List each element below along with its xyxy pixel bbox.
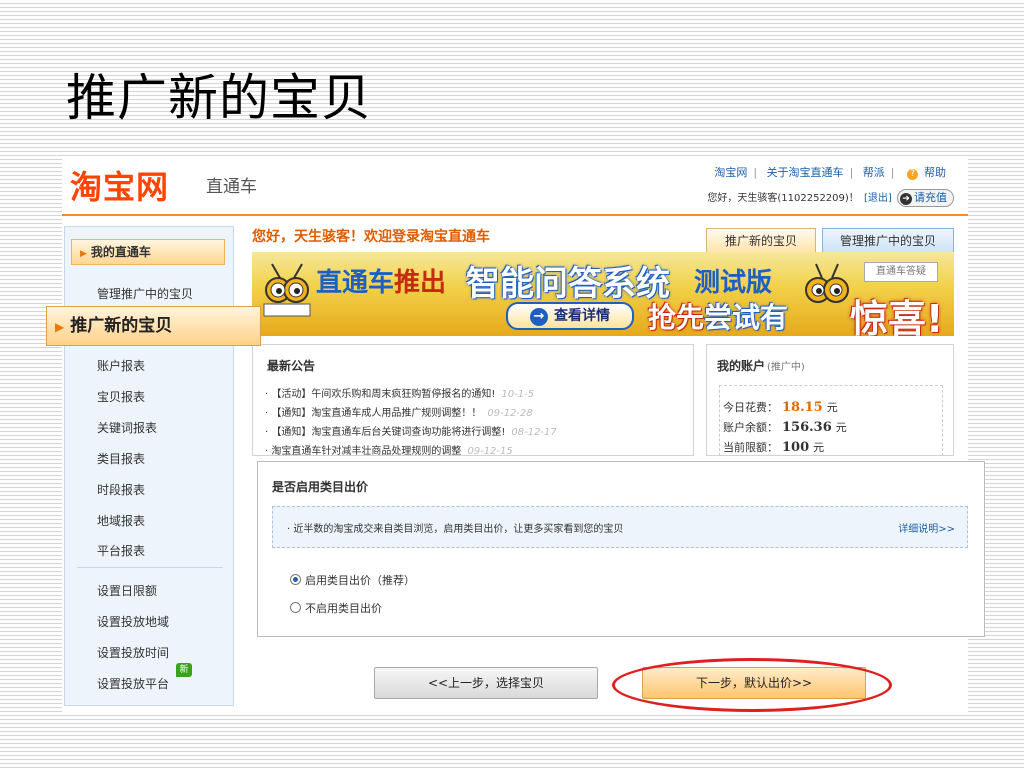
- tip-text: · 近半数的淘宝成交来自类目浏览，启用类目出价，让更多买家看到您的宝贝: [287, 524, 624, 535]
- slide-title: 推广新的宝贝: [66, 69, 372, 127]
- notice-panel: 最新公告 · 【活动】午间欢乐购和周末疯狂购暂停报名的通知! 10-1-5 · 【…: [252, 344, 694, 457]
- arrow-right-icon: →: [530, 308, 548, 326]
- sidebar-item-set-time[interactable]: 设置投放时间: [97, 644, 169, 661]
- link-help[interactable]: ? 帮助: [904, 166, 949, 180]
- top-links: 淘宝网 | 关于淘宝直通车 | 帮派 | ? 帮助: [711, 164, 952, 180]
- category-bid-panel: 是否启用类目出价 · 近半数的淘宝成交来自类目浏览，启用类目出价，让更多买家看到…: [257, 461, 985, 637]
- sidebar-item-daily-limit[interactable]: 设置日限额: [97, 582, 157, 599]
- sidebar-item-time-report[interactable]: 时段报表: [97, 481, 145, 498]
- sidebar-head[interactable]: ▶ 我的直通车: [71, 239, 225, 265]
- sidebar-item-platform-report[interactable]: 平台报表: [97, 542, 145, 559]
- sidebar-item-set-region[interactable]: 设置投放地域: [97, 613, 169, 630]
- link-about[interactable]: 关于淘宝直通车: [767, 166, 844, 179]
- highlight-circle: [612, 658, 892, 712]
- welcome-message: 您好，天生骇客！欢迎登录淘宝直通车: [252, 229, 490, 245]
- radio-selected-icon[interactable]: [290, 574, 301, 585]
- triangle-icon: ▶: [80, 249, 87, 259]
- notice-item[interactable]: · 【通知】淘宝直通车后台关键词查询功能将进行调整! 08-12-17: [265, 423, 557, 438]
- banner-slogan: 抢先尝试有: [648, 301, 789, 334]
- taobao-logo[interactable]: 淘宝网: [70, 162, 169, 208]
- info-tip: · 近半数的淘宝成交来自类目浏览，启用类目出价，让更多买家看到您的宝贝 详细说明…: [272, 506, 968, 548]
- notice-title: 最新公告: [267, 359, 316, 373]
- sidebar-item-promote-new-callout[interactable]: ▶ 推广新的宝贝: [46, 306, 261, 346]
- sidebar-item-account-report[interactable]: 账户报表: [97, 357, 145, 374]
- recharge-button[interactable]: ➜ 请充值: [897, 189, 954, 207]
- link-taobao[interactable]: 淘宝网: [714, 166, 747, 179]
- sidebar: ▶ 我的直通车 管理推广中的宝贝 账户报表 宝贝报表 关键词报表 类目报表 时段报…: [64, 226, 234, 706]
- promo-banner[interactable]: 直通车推出 智能问答系统 测试版 → 查看详情 抢先尝试有 直通车答疑 惊喜!: [252, 252, 954, 336]
- sidebar-item-category-report[interactable]: 类目报表: [97, 450, 145, 467]
- help-icon: ?: [907, 169, 918, 180]
- new-badge: 新: [176, 663, 192, 677]
- tab-promote-new[interactable]: 推广新的宝贝: [706, 228, 816, 254]
- banner-line-1: 直通车推出: [316, 268, 447, 298]
- banner-surprise: 惊喜!: [850, 297, 944, 336]
- option-disable[interactable]: 不启用类目出价: [290, 600, 382, 616]
- notice-item[interactable]: · 淘宝直通车针对减丰壮商品处理规则的调整 09-12-15: [265, 442, 513, 457]
- logout-link[interactable]: [退出]: [864, 193, 892, 204]
- sidebar-item-set-platform[interactable]: 设置投放平台: [97, 675, 169, 692]
- link-bangpai[interactable]: 帮派: [863, 166, 885, 179]
- sidebar-divider: [77, 567, 223, 568]
- arrow-icon: ➜: [900, 193, 912, 205]
- notice-item[interactable]: · 【活动】午间欢乐购和周末疯狂购暂停报名的通知! 10-1-5: [265, 385, 534, 400]
- banner-highlight: 智能问答系统: [466, 264, 670, 304]
- triangle-icon: ▶: [55, 320, 65, 334]
- sidebar-item-region-report[interactable]: 地域报表: [97, 512, 145, 529]
- current-limit: 当前限额： 100 元: [723, 440, 825, 455]
- ant-mascot-icon: [263, 263, 311, 317]
- tab-manage-promoted[interactable]: 管理推广中的宝贝: [822, 228, 954, 254]
- option-enable[interactable]: 启用类目出价（推荐）: [290, 572, 415, 588]
- faq-tag: 直通车答疑: [864, 262, 938, 282]
- account-balance: 账户余额： 156.36 元: [723, 420, 847, 435]
- view-details-button[interactable]: → 查看详情: [506, 302, 634, 330]
- panel-title: 是否启用类目出价: [272, 480, 369, 494]
- sidebar-item-manage[interactable]: 管理推广中的宝贝: [97, 285, 193, 302]
- user-greeting: 您好，天生骇客(1102252209)！ [退出] ➜ 请充值: [707, 189, 954, 207]
- banner-beta: 测试版: [694, 268, 773, 298]
- top-header: 淘宝网 直通车 淘宝网 | 关于淘宝直通车 | 帮派 | ? 帮助 您好，天生骇客(11…: [62, 156, 968, 216]
- radio-empty-icon[interactable]: [290, 602, 301, 613]
- today-spend: 今日花费： 18.15 元: [723, 400, 838, 415]
- account-title: 我的账户 (推广中): [717, 359, 805, 373]
- sidebar-item-keyword-report[interactable]: 关键词报表: [97, 419, 157, 436]
- greeting-text: 您好，天生骇客(1102252209)！: [707, 193, 859, 204]
- sidebar-item-item-report[interactable]: 宝贝报表: [97, 388, 145, 405]
- ant-mascot-right-icon: [805, 263, 849, 303]
- product-name: 直通车: [206, 177, 257, 197]
- prev-step-button[interactable]: <<上一步，选择宝贝: [374, 667, 598, 699]
- account-panel: 我的账户 (推广中) 今日花费： 18.15 元 账户余额： 156.36 元 当前限额：…: [706, 344, 954, 456]
- details-link[interactable]: 详细说明>>: [898, 520, 955, 535]
- notice-item[interactable]: · 【通知】淘宝直通车成人用品推广规则调整！！ 09-12-28: [265, 404, 533, 419]
